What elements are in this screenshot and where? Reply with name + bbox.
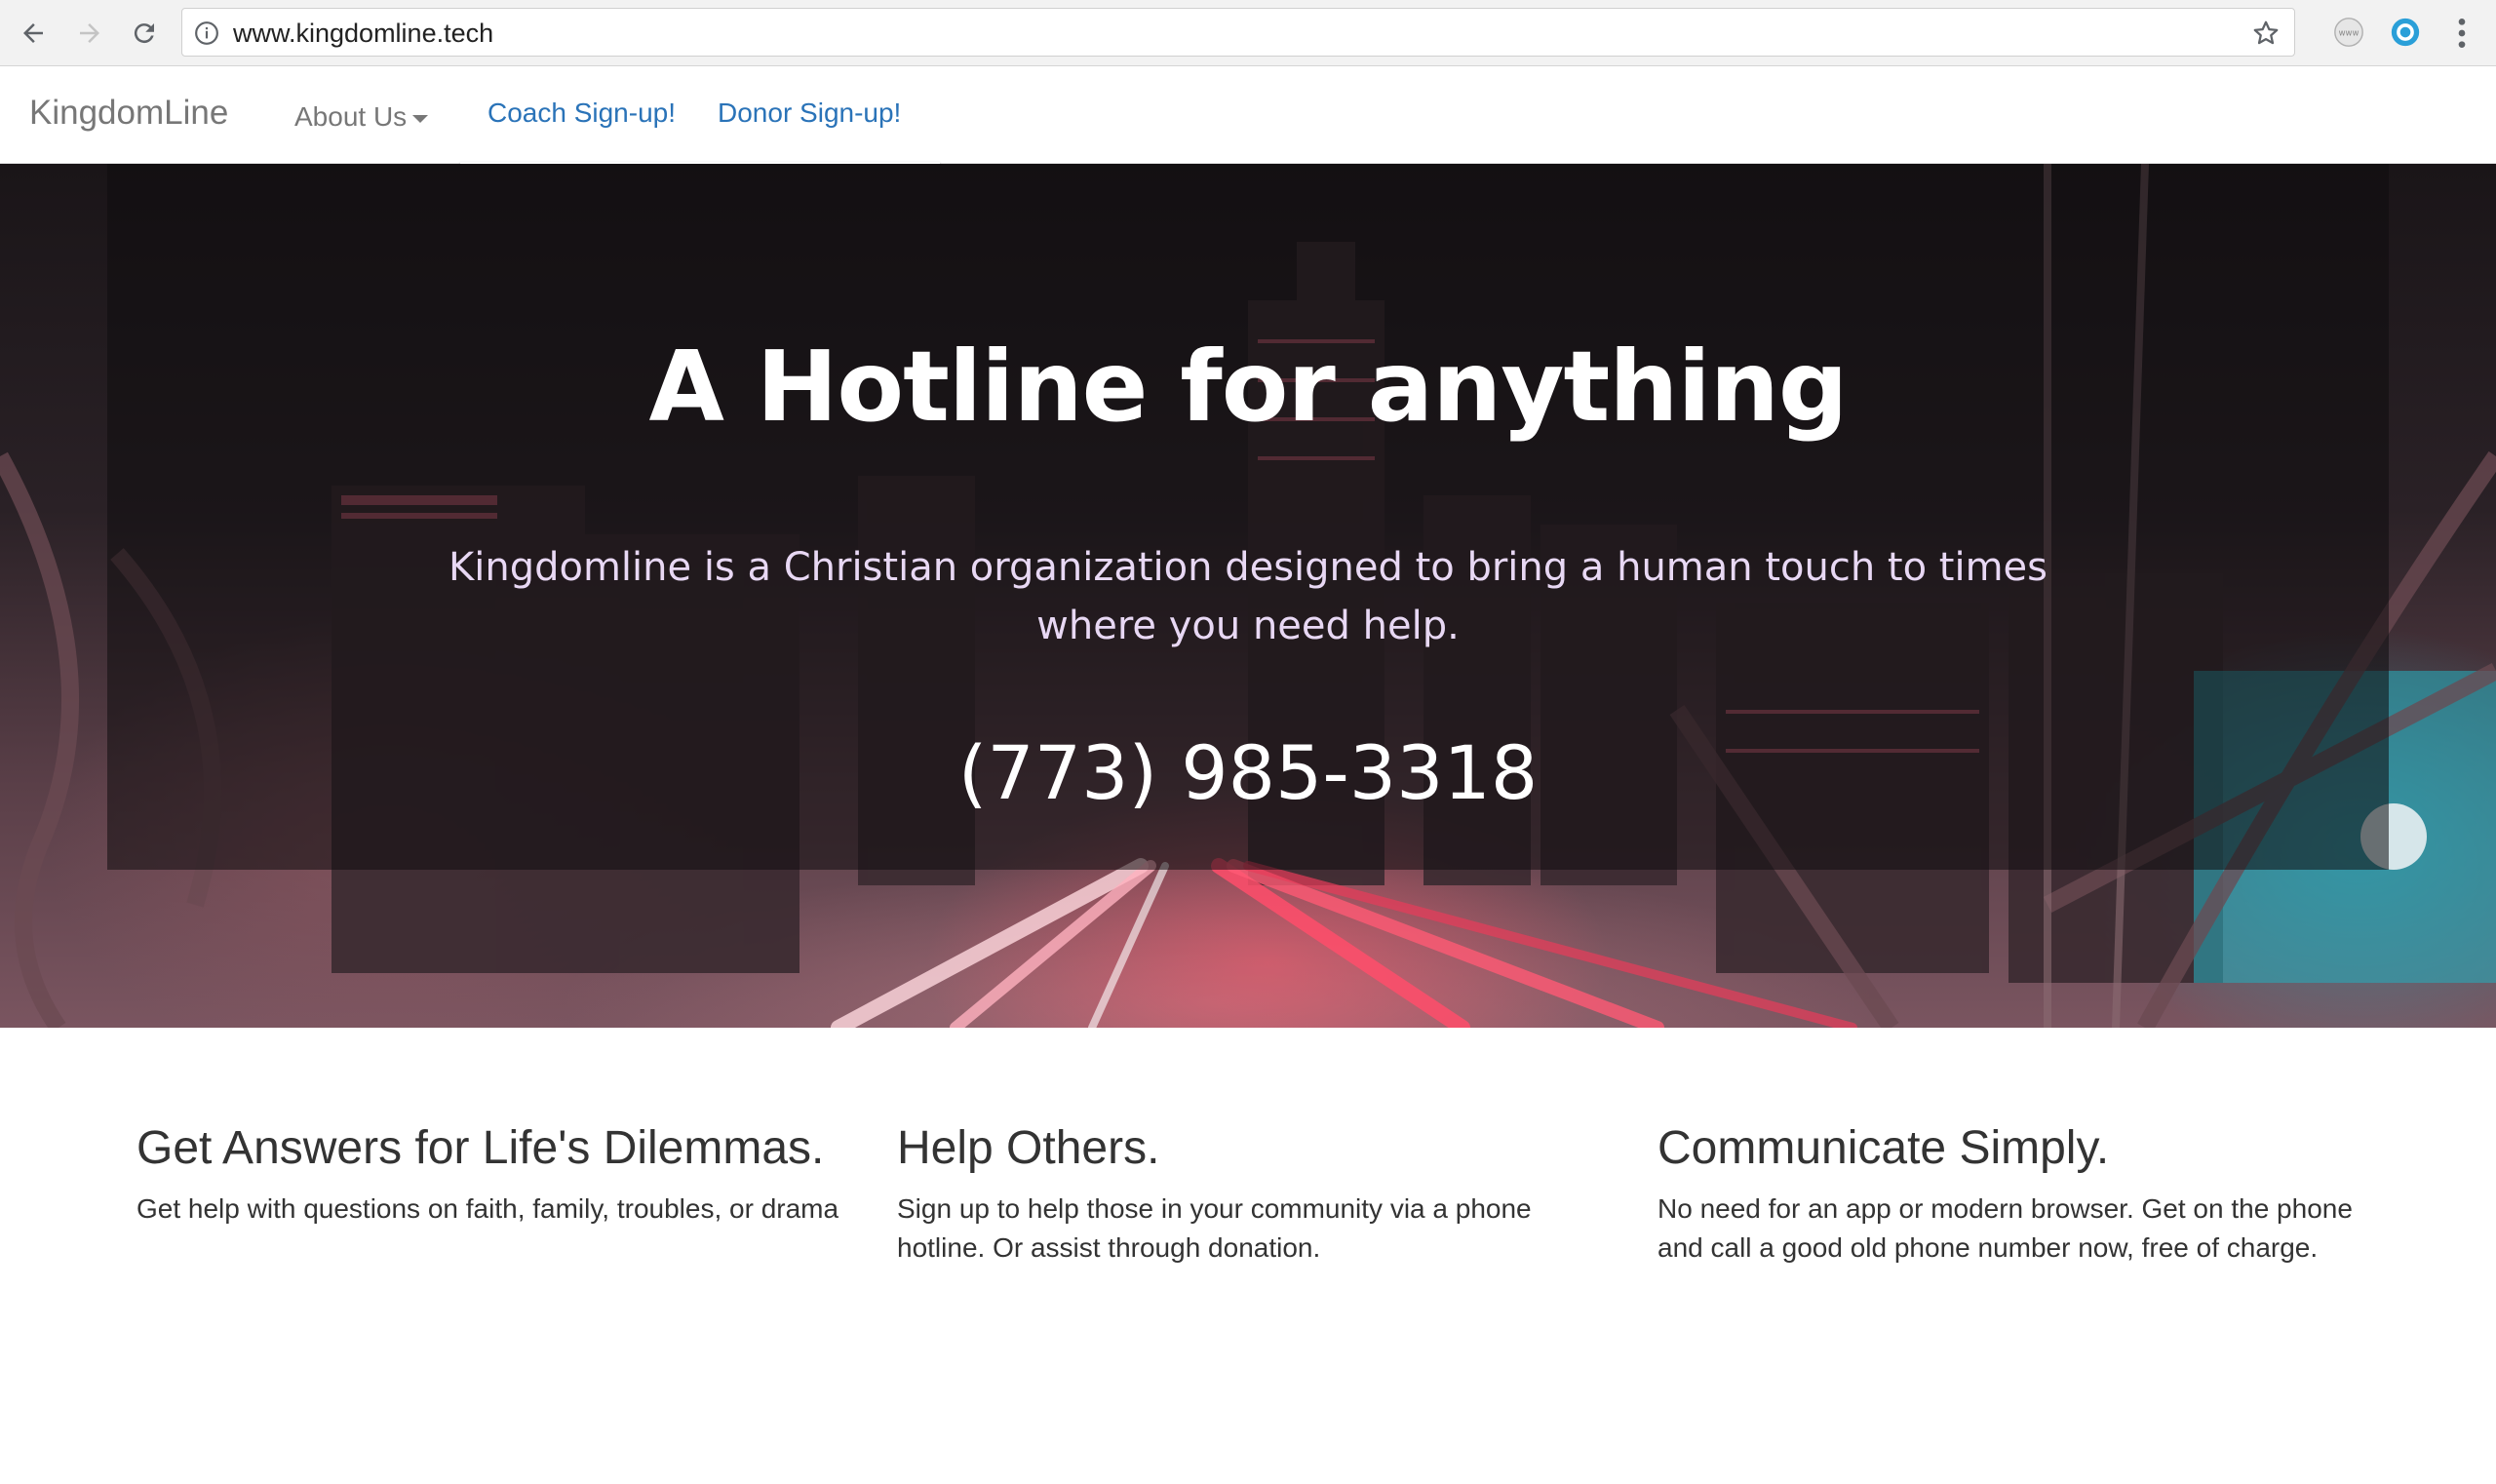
kebab-menu-icon[interactable]	[2447, 14, 2476, 53]
site-navbar: KingdomLine About Us Coach Sign-up! Dono…	[0, 66, 2496, 166]
forward-arrow-icon[interactable]	[70, 14, 109, 53]
address-bar[interactable]: www.kingdomline.tech	[181, 8, 2295, 57]
svg-text:www: www	[2339, 29, 2360, 39]
hero-subtitle: Kingdomline is a Christian organization …	[448, 545, 2048, 648]
feature-title: Get Answers for Life's Dilemmas.	[136, 1122, 825, 1174]
about-us-dropdown[interactable]: About Us	[294, 101, 429, 133]
hotline-phone-number[interactable]: (773) 985-3318	[0, 729, 2496, 816]
feature-description: Get help with questions on faith, family…	[136, 1193, 839, 1224]
browser-toolbar: www.kingdomline.tech www	[0, 0, 2496, 66]
coach-signup-link[interactable]: Coach Sign-up!	[488, 98, 676, 129]
about-us-label: About Us	[294, 101, 408, 132]
caret-down-icon	[412, 115, 429, 123]
feature-title: Help Others.	[897, 1122, 1160, 1174]
info-icon[interactable]	[194, 20, 219, 46]
feature-description: Sign up to help those in your community …	[897, 1193, 1532, 1263]
reload-icon[interactable]	[125, 14, 164, 53]
feature-column-answers: Get Answers for Life's Dilemmas. Get hel…	[136, 1119, 858, 1229]
donor-signup-link[interactable]: Donor Sign-up!	[718, 98, 901, 129]
feature-column-communicate: Communicate Simply. No need for an app o…	[1658, 1119, 2379, 1268]
hero-banner: A Hotline for anything Kingdomline is a …	[0, 164, 2496, 1028]
www-extension-icon[interactable]: www	[2332, 16, 2365, 49]
back-arrow-icon[interactable]	[14, 14, 53, 53]
feature-title: Communicate Simply.	[1658, 1122, 2110, 1174]
url-text[interactable]: www.kingdomline.tech	[233, 9, 493, 58]
brand-logo-link[interactable]: KingdomLine	[29, 94, 228, 133]
star-icon[interactable]	[2251, 19, 2281, 48]
feature-column-help-others: Help Others. Sign up to help those in yo…	[897, 1119, 1618, 1268]
hero-title: A Hotline for anything	[648, 330, 1848, 444]
circle-extension-icon[interactable]	[2389, 16, 2422, 49]
feature-description: No need for an app or modern browser. Ge…	[1658, 1193, 2353, 1263]
